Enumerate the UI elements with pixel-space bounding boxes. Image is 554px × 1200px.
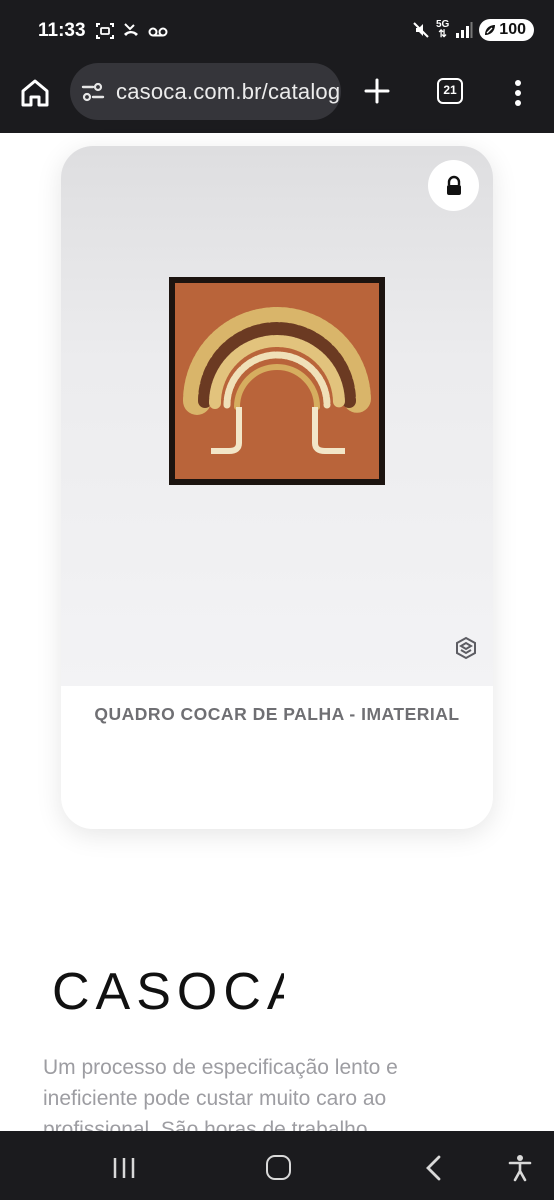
more-options-icon[interactable] bbox=[510, 78, 526, 108]
system-nav-bar bbox=[0, 1131, 554, 1200]
screenshot-icon bbox=[96, 23, 114, 39]
recent-apps-icon[interactable] bbox=[112, 1157, 136, 1179]
headdress-artwork bbox=[183, 307, 371, 454]
status-right: 5G ⇅ 100 bbox=[412, 19, 534, 41]
missed-call-icon bbox=[124, 23, 138, 36]
url-bar[interactable]: casoca.com.br/catalogo bbox=[70, 63, 341, 120]
product-title[interactable]: QUADRO COCAR DE PALHA - IMATERIAL bbox=[61, 704, 493, 725]
product-card[interactable]: QUADRO COCAR DE PALHA - IMATERIAL bbox=[61, 146, 493, 829]
status-left-icons bbox=[95, 21, 169, 41]
tab-switcher-button[interactable]: 21 bbox=[437, 78, 463, 104]
accessibility-icon[interactable] bbox=[508, 1154, 532, 1182]
battery-indicator: 100 bbox=[479, 19, 534, 41]
signal-icon bbox=[456, 22, 473, 38]
product-image-area[interactable] bbox=[61, 146, 493, 686]
network-type: 5G ⇅ bbox=[435, 19, 450, 40]
back-icon[interactable] bbox=[424, 1155, 442, 1181]
casoca-logo[interactable]: CASOCA bbox=[52, 966, 284, 1012]
battery-level: 100 bbox=[499, 21, 526, 38]
voicemail-icon bbox=[148, 27, 168, 37]
svg-text:CASOCA: CASOCA bbox=[52, 966, 284, 1012]
lock-button[interactable] bbox=[428, 160, 479, 211]
new-tab-icon[interactable] bbox=[362, 76, 392, 106]
status-time: 11:33 bbox=[38, 20, 86, 41]
browser-toolbar: casoca.com.br/catalogo 21 bbox=[0, 62, 554, 133]
charging-leaf-icon bbox=[485, 25, 496, 35]
mute-icon bbox=[413, 22, 429, 38]
site-settings-icon[interactable] bbox=[81, 81, 105, 103]
nav-home-button[interactable] bbox=[266, 1155, 291, 1180]
tab-count: 21 bbox=[443, 83, 457, 97]
home-icon[interactable] bbox=[18, 76, 52, 110]
artwork-canvas bbox=[175, 283, 379, 479]
lock-icon bbox=[446, 175, 461, 195]
url-text[interactable]: casoca.com.br/catalogo bbox=[116, 79, 341, 105]
sketchup-icon[interactable] bbox=[454, 636, 478, 660]
status-bar: 11:33 5G ⇅ 100 bbox=[0, 0, 554, 62]
product-image bbox=[169, 277, 385, 485]
